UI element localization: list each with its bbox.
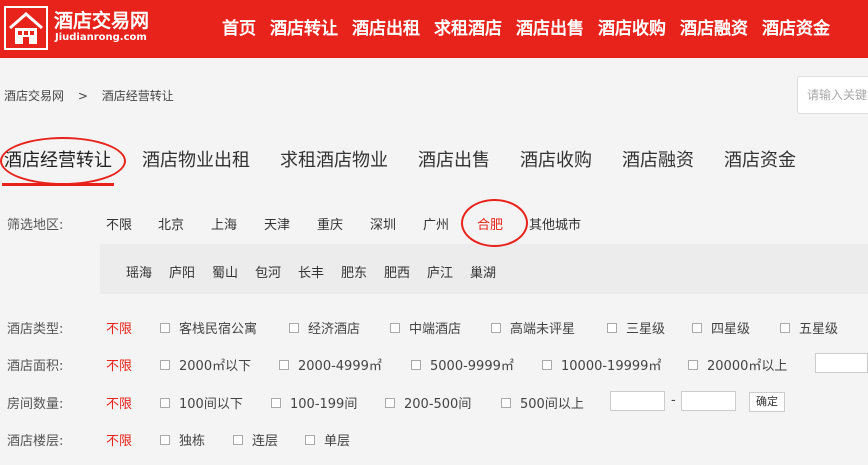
breadcrumb-home[interactable]: 酒店交易网 [4,89,64,103]
nav-home[interactable]: 首页 [222,15,256,43]
type-option-midscale[interactable]: 中端酒店 [390,318,461,337]
type-option-upscale-unrated[interactable]: 高端未评星 [491,318,575,337]
main-nav: 首页 酒店转让 酒店出租 求租酒店 酒店出售 酒店收购 酒店融资 酒店资金 [222,15,844,43]
checkbox[interactable] [305,434,315,445]
rooms-option[interactable]: 200-500间 [385,393,471,412]
subregion-item[interactable]: 庐江 [427,262,453,281]
search-input[interactable] [798,77,868,113]
rooms-filter-label: 房间数量: [7,397,64,412]
checkbox[interactable] [607,322,617,333]
rooms-option[interactable]: 500间以上 [501,393,584,412]
checkbox[interactable] [271,397,281,408]
area-option[interactable]: 2000-4999㎡ [279,355,382,374]
breadcrumb-separator: > [77,89,88,103]
checkbox[interactable] [289,322,299,333]
area-option[interactable]: 5000-9999㎡ [411,355,514,374]
header: 酒店交易网 Jiudianrong.com 首页 酒店转让 酒店出租 求租酒店 … [0,0,868,58]
tab-seek-hotel-property[interactable]: 求租酒店物业 [280,148,388,174]
nav-hotel-sale[interactable]: 酒店出售 [516,15,584,43]
region-guangzhou[interactable]: 广州 [423,214,449,233]
tab-hotel-acquire[interactable]: 酒店收购 [520,148,592,174]
search-box [797,76,868,114]
logo-name: 酒店交易网 [54,10,150,32]
region-shenzhen[interactable]: 深圳 [370,214,396,233]
type-option-inn[interactable]: 客栈民宿公寓 [160,318,257,337]
area-filter-label: 酒店面积: [7,359,64,374]
subregion-item[interactable]: 庐阳 [169,262,195,281]
floors-all[interactable]: 不限 [106,430,132,449]
checkbox[interactable] [160,322,170,333]
checkbox[interactable] [692,322,702,333]
type-option-3star[interactable]: 三星级 [607,318,665,337]
region-chongqing[interactable]: 重庆 [317,214,343,233]
category-tabs: 酒店经营转让 酒店物业出租 求租酒店物业 酒店出售 酒店收购 酒店融资 酒店资金 [2,148,826,186]
tab-hotel-finance[interactable]: 酒店融资 [622,148,694,174]
checkbox[interactable] [542,359,552,370]
area-min-input[interactable] [815,353,868,373]
rooms-all[interactable]: 不限 [106,393,132,412]
subregion-item[interactable]: 长丰 [298,262,324,281]
logo-domain: Jiudianrong.com [55,32,147,43]
rooms-option[interactable]: 100间以下 [160,393,243,412]
breadcrumb: 酒店交易网 > 酒店经营转让 [4,87,184,104]
confirm-button[interactable]: 确定 [749,392,785,412]
checkbox[interactable] [233,434,243,445]
nav-hotel-funds[interactable]: 酒店资金 [762,15,830,43]
nav-hotel-rent[interactable]: 酒店出租 [352,15,420,43]
region-other[interactable]: 其他城市 [529,214,581,233]
area-option[interactable]: 2000㎡以下 [160,355,251,374]
region-shanghai[interactable]: 上海 [211,214,237,233]
nav-hotel-transfer[interactable]: 酒店转让 [270,15,338,43]
subregion-item[interactable]: 蜀山 [212,262,238,281]
region-tianjin[interactable]: 天津 [264,214,290,233]
nav-hotel-acquire[interactable]: 酒店收购 [598,15,666,43]
hotel-building-icon [4,6,48,50]
rooms-min-input[interactable] [610,391,665,411]
tab-hotel-funds[interactable]: 酒店资金 [724,148,796,174]
region-filter-label: 筛选地区: [7,218,64,233]
region-beijing[interactable]: 北京 [158,214,184,233]
tab-hotel-property-rent[interactable]: 酒店物业出租 [142,148,250,174]
floors-option-standalone[interactable]: 独栋 [160,430,205,449]
breadcrumb-current[interactable]: 酒店经营转让 [102,89,174,103]
rooms-max-input[interactable] [681,391,736,411]
floors-option-multi[interactable]: 连层 [233,430,278,449]
checkbox[interactable] [160,434,170,445]
range-dash: - [671,393,676,408]
checkbox[interactable] [491,322,501,333]
tab-hotel-sale[interactable]: 酒店出售 [418,148,490,174]
rooms-option[interactable]: 100-199间 [271,393,357,412]
nav-hotel-finance[interactable]: 酒店融资 [680,15,748,43]
type-all[interactable]: 不限 [106,318,132,337]
region-all[interactable]: 不限 [106,214,132,233]
type-option-economy[interactable]: 经济酒店 [289,318,360,337]
checkbox[interactable] [501,397,511,408]
type-option-5star[interactable]: 五星级 [780,318,838,337]
checkbox[interactable] [780,322,790,333]
floors-option-single[interactable]: 单层 [305,430,350,449]
tab-hotel-operation-transfer[interactable]: 酒店经营转让 [2,148,114,186]
subregion-item[interactable]: 巢湖 [470,262,496,281]
checkbox[interactable] [160,359,170,370]
nav-seek-rent[interactable]: 求租酒店 [434,15,502,43]
area-all[interactable]: 不限 [106,355,132,374]
site-logo[interactable]: 酒店交易网 Jiudianrong.com [4,6,154,50]
checkbox[interactable] [385,397,395,408]
region-hefei[interactable]: 合肥 [477,214,503,233]
checkbox[interactable] [411,359,421,370]
subregion-item[interactable]: 肥东 [341,262,367,281]
checkbox[interactable] [160,397,170,408]
subregion-item[interactable]: 包河 [255,262,281,281]
type-filter-label: 酒店类型: [7,322,64,337]
subregion-item[interactable]: 瑶海 [126,262,152,281]
checkbox[interactable] [390,322,400,333]
area-option[interactable]: 10000-19999㎡ [542,355,661,374]
checkbox[interactable] [688,359,698,370]
checkbox[interactable] [279,359,289,370]
floors-filter-label: 酒店楼层: [7,434,64,449]
type-option-4star[interactable]: 四星级 [692,318,750,337]
subregion-item[interactable]: 肥西 [384,262,410,281]
area-option[interactable]: 20000㎡以上 [688,355,787,374]
